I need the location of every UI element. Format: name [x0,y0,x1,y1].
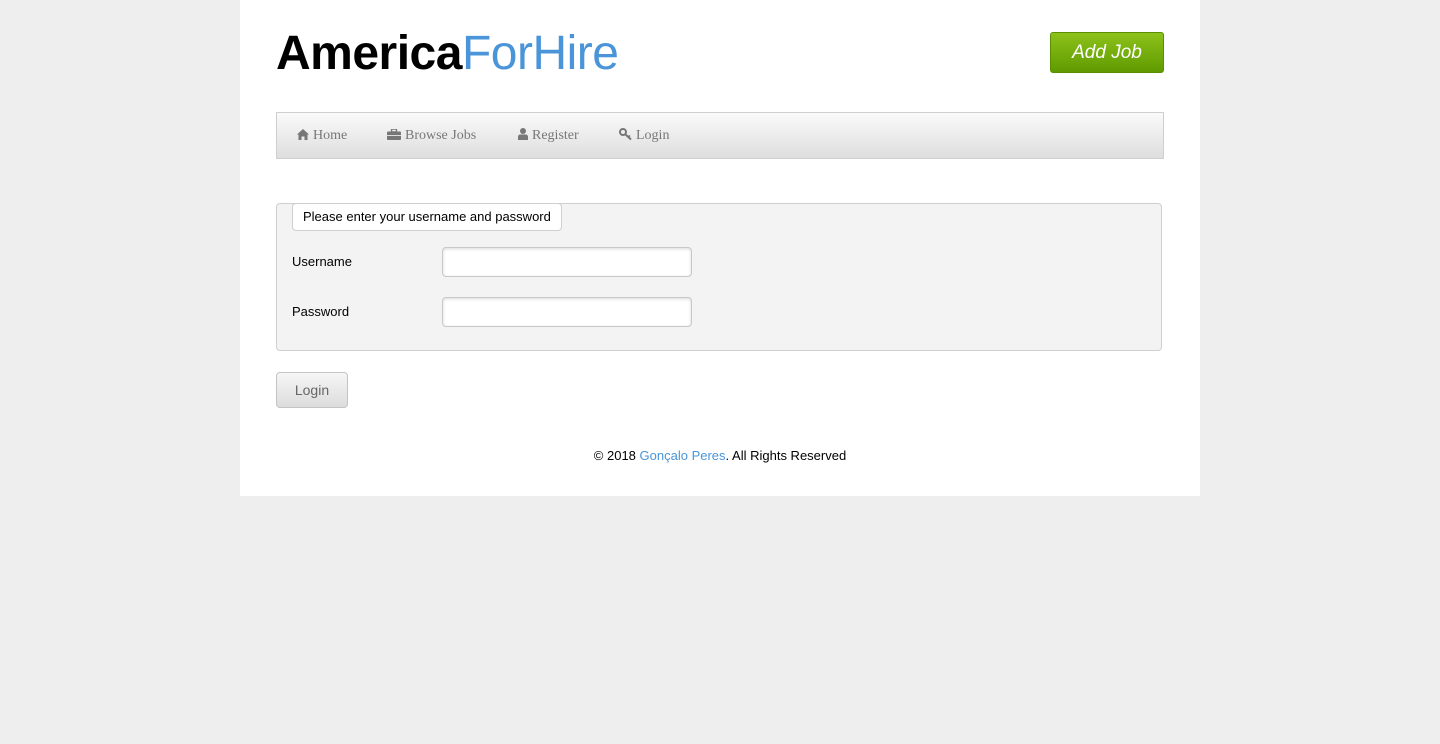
login-submit-button[interactable]: Login [276,372,348,408]
footer-rights: . All Rights Reserved [725,448,847,463]
nav-item-home[interactable]: Home [297,113,347,158]
nav-item-browse-jobs-label: Browse Jobs [405,128,477,143]
nav-item-login-label: Login [636,128,670,143]
nav-item-browse-jobs[interactable]: Browse Jobs [387,113,476,158]
user-icon [518,128,528,140]
nav-item-home-label: Home [313,128,348,143]
main-navbar: Home Browse Jobs Register Login [276,112,1164,159]
logo-text-forhire: ForHire [461,27,619,80]
login-fieldset-legend: Please enter your username and password [292,203,562,231]
add-job-button[interactable]: Add Job [1050,32,1164,73]
password-label: Password [292,304,350,319]
footer: © 2018 Gonçalo Peres. All Rights Reserve… [240,448,1200,463]
site-logo[interactable]: AmericaForHire [276,26,619,82]
nav-item-register[interactable]: Register [518,113,579,158]
key-icon [619,128,632,141]
nav-item-login[interactable]: Login [619,113,669,158]
username-input[interactable] [442,247,692,277]
home-icon [297,129,309,140]
logo-text-america: America [276,27,462,80]
username-label: Username [292,254,352,269]
page-container: AmericaForHire Add Job Home Browse Jobs … [240,0,1200,496]
password-input[interactable] [442,297,692,327]
briefcase-icon [387,128,401,140]
footer-author-link[interactable]: Gonçalo Peres [640,448,726,463]
nav-item-register-label: Register [532,128,579,143]
footer-copyright: © 2018 [593,448,640,463]
